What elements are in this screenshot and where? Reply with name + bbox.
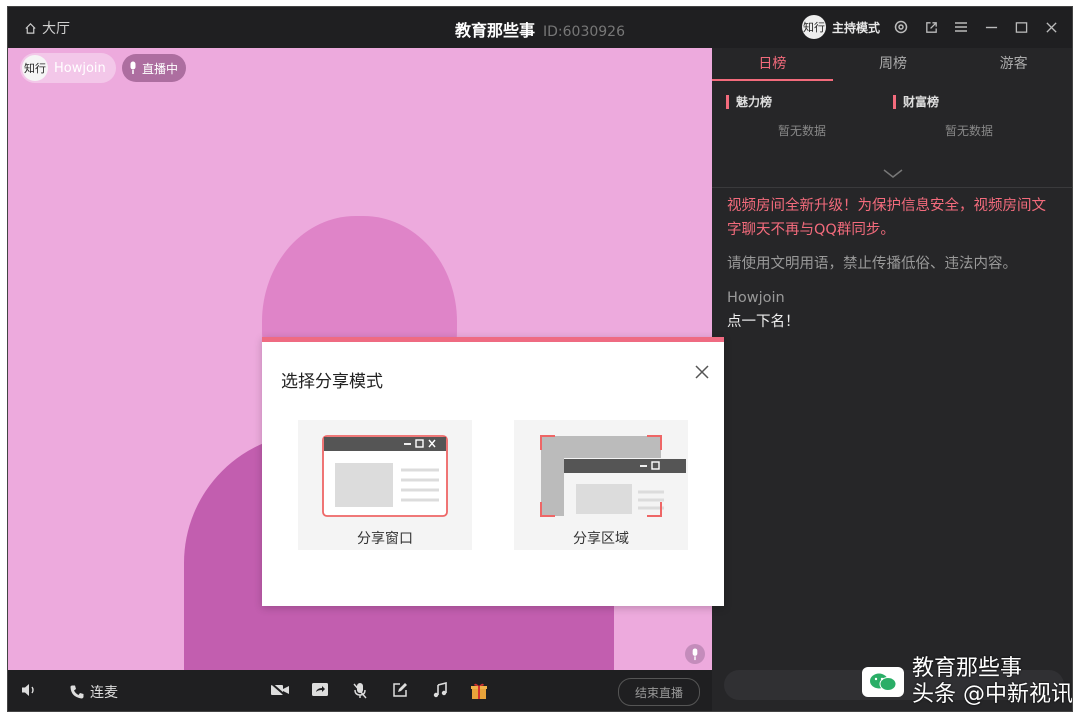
chat-message: 点一下名！: [727, 314, 800, 330]
rank-tabs: 日榜 周榜 游客: [712, 48, 1072, 84]
gift-button[interactable]: [470, 682, 488, 700]
wealth-rank-title: 财富榜: [893, 95, 939, 109]
system-notice: 视频房间全新升级！为保护信息安全，视频房间文字聊天不再与QQ群同步。: [727, 198, 1046, 238]
wechat-logo-icon: [862, 667, 904, 697]
menu-icon: [955, 22, 967, 32]
dialog-close-button[interactable]: [692, 362, 712, 382]
whiteboard-button[interactable]: [392, 682, 408, 698]
speaker-icon: [22, 684, 34, 696]
chevron-down-icon: [883, 169, 903, 178]
chat-area: 视频房间全新升级！为保护信息安全，视频房间文字聊天不再与QQ群同步。 请使用文明…: [727, 194, 1057, 334]
share-region-label: 分享区域: [573, 531, 629, 547]
minimize-button[interactable]: [982, 18, 1000, 36]
host-mode-label[interactable]: 主持模式: [832, 19, 880, 36]
share-window-option[interactable]: 分享窗口: [298, 420, 472, 550]
end-live-button[interactable]: 结束直播: [618, 678, 700, 706]
close-icon: [1045, 21, 1057, 33]
music-note-icon: [433, 682, 447, 698]
connect-mic-button[interactable]: 连麦: [69, 682, 118, 702]
watermark: 教育那些事 头条 @中新视讯: [862, 656, 1073, 708]
music-button[interactable]: [432, 682, 448, 698]
mute-mic-button[interactable]: [352, 682, 368, 700]
gift-icon: [471, 683, 487, 699]
gear-icon: [894, 20, 908, 34]
divider: [712, 187, 1072, 188]
mic-icon: [130, 61, 136, 74]
window-controls: 知行 主持模式: [801, 15, 1060, 39]
bottom-control-bar: 连麦 结束直播: [8, 670, 712, 711]
screen-share-button[interactable]: [311, 682, 329, 698]
host-avatar: 知行: [22, 55, 48, 81]
tab-weekly[interactable]: 周榜: [833, 48, 954, 84]
charm-rank: 魅力榜 暂无数据: [712, 84, 892, 174]
charm-rank-empty: 暂无数据: [777, 124, 826, 138]
minimize-icon: [985, 26, 997, 28]
user-avatar[interactable]: 知行: [801, 15, 826, 39]
live-status-badge: 直播中: [122, 54, 187, 82]
connect-label: 连麦: [90, 685, 118, 701]
expand-rank-button[interactable]: [883, 164, 903, 183]
tab-visitors[interactable]: 游客: [953, 48, 1072, 84]
watermark-source-text: 头条 @中新视讯: [912, 682, 1073, 707]
camera-off-icon: [270, 682, 289, 698]
close-icon: [695, 365, 709, 379]
room-name: 教育那些事: [455, 21, 536, 40]
close-button[interactable]: [1042, 18, 1060, 36]
dialog-title: 选择分享模式: [281, 372, 383, 392]
share-window-label: 分享窗口: [357, 531, 413, 547]
mic-off-icon: [353, 683, 367, 699]
share-mode-dialog: 选择分享模式 分享窗口 分享区域: [262, 337, 724, 606]
stage-mic-button[interactable]: [685, 644, 705, 664]
maximize-icon: [1015, 21, 1027, 33]
mic-icon: [692, 647, 698, 660]
host-badge[interactable]: 知行 Howjoin: [20, 53, 116, 83]
wealth-rank: 财富榜 暂无数据: [879, 84, 1059, 174]
app-window: 大厅 教育那些事 ID:6030926 知行 主持模式 知行 Howjoin 直…: [7, 6, 1073, 712]
edit-icon: [393, 683, 407, 697]
settings-button[interactable]: [892, 18, 910, 36]
watermark-text: 教育那些事 头条 @中新视讯: [912, 656, 1073, 708]
share-region-icon: [540, 435, 688, 520]
maximize-button[interactable]: [1012, 18, 1030, 36]
live-label: 直播中: [142, 61, 179, 76]
title-bar: 大厅 教育那些事 ID:6030926 知行 主持模式: [8, 7, 1072, 48]
room-id: ID:6030926: [543, 24, 625, 40]
screen-share-icon: [312, 683, 328, 696]
phone-icon: [70, 685, 84, 699]
menu-button[interactable]: [952, 18, 970, 36]
camera-toggle-button[interactable]: [270, 682, 290, 698]
charm-rank-title: 魅力榜: [726, 95, 772, 109]
tab-daily[interactable]: 日榜: [712, 48, 833, 84]
chat-username: Howjoin: [727, 290, 785, 306]
share-out-button[interactable]: [922, 18, 940, 36]
watermark-overlay-text: 教育那些事: [912, 656, 1023, 681]
host-name: Howjoin: [54, 60, 106, 76]
external-link-icon: [925, 21, 937, 33]
right-panel: 日榜 周榜 游客 魅力榜 暂无数据 财富榜 暂无数据 视频房间全新升级！为保护信…: [712, 48, 1073, 711]
share-window-icon: [322, 435, 448, 517]
wealth-rank-empty: 暂无数据: [944, 124, 993, 138]
chat-rules: 请使用文明用语，禁止传播低俗、违法内容。: [727, 256, 1017, 272]
volume-button[interactable]: [20, 682, 38, 698]
share-region-option[interactable]: 分享区域: [514, 420, 688, 550]
